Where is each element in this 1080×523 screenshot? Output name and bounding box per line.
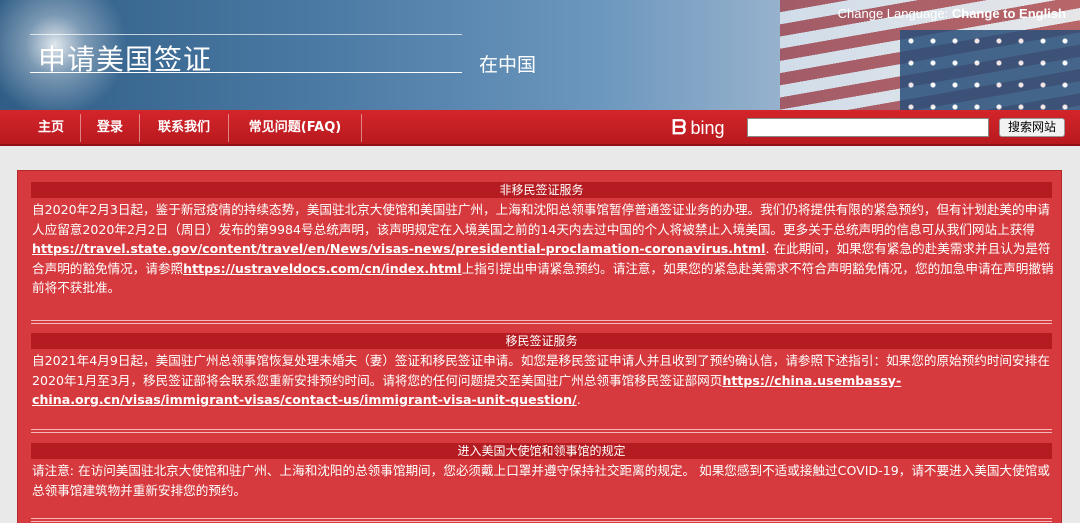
nav-item-faq[interactable]: 常见问题(FAQ) [229, 110, 361, 146]
section-heading-nonimmigrant: 非移民签证服务 [31, 182, 1052, 198]
change-language: Change Language: Change to English [838, 6, 1066, 21]
section-divider [31, 518, 1052, 522]
section-divider [31, 320, 1052, 324]
bing-wordmark: bing [690, 118, 725, 138]
section-body-nonimmigrant: 自2020年2月3日起，鉴于新冠疫情的持续态势，美国驻北京大使馆和美国驻广州，上… [32, 200, 1054, 298]
notice-text: 请注意: 在访问美国驻北京大使馆和驻广州、上海和沈阳的总领事馆期间，您必须戴上口… [32, 463, 1050, 498]
title-rule-top [30, 34, 462, 35]
notice-text: 自2020年2月3日起，鉴于新冠疫情的持续态势，美国驻北京大使馆和美国驻广州，上… [32, 202, 1050, 237]
site-subtitle: 在中国 [479, 54, 537, 76]
nav-item-home[interactable]: 主页 [22, 110, 80, 146]
section-heading-immigrant: 移民签证服务 [31, 333, 1052, 349]
nav-separator [361, 114, 362, 142]
search-button[interactable]: 搜索网站 [999, 118, 1065, 137]
section-body-entry-rules: 请注意: 在访问美国驻北京大使馆和驻广州、上海和沈阳的总领事馆期间，您必须戴上口… [32, 461, 1054, 500]
header-banner: 申请美国签证 在中国 Change Language: Change to En… [0, 0, 1080, 110]
flag-stars-decoration [900, 30, 1080, 110]
nav-item-contact[interactable]: 联系我们 [140, 110, 228, 146]
nav-item-login[interactable]: 登录 [81, 110, 139, 146]
main-nav: 主页 登录 联系我们 常见问题(FAQ) ᗷ bing 搜索网站 [0, 110, 1080, 146]
bing-logo: ᗷ bing [672, 115, 724, 141]
change-language-link[interactable]: Change to English [952, 6, 1066, 21]
notice-text: . [576, 392, 581, 407]
search-input[interactable] [747, 118, 989, 137]
change-language-label: Change Language: [837, 6, 949, 21]
section-heading-entry-rules: 进入美国大使馆和领事馆的规定 [31, 443, 1052, 459]
proclamation-link[interactable]: https://travel.state.gov/content/travel/… [32, 241, 766, 256]
section-body-immigrant: 自2021年4月9日起，美国驻广州总领事馆恢复处理未婚夫（妻）签证和移民签证申请… [32, 351, 1054, 410]
ustraveldocs-link[interactable]: https://ustraveldocs.com/cn/index.html [183, 261, 461, 276]
title-rule-bottom [30, 72, 462, 73]
section-divider [31, 429, 1052, 433]
notice-panel: 非移民签证服务 自2020年2月3日起，鉴于新冠疫情的持续态势，美国驻北京大使馆… [17, 170, 1062, 523]
bing-icon: ᗷ [672, 117, 687, 139]
